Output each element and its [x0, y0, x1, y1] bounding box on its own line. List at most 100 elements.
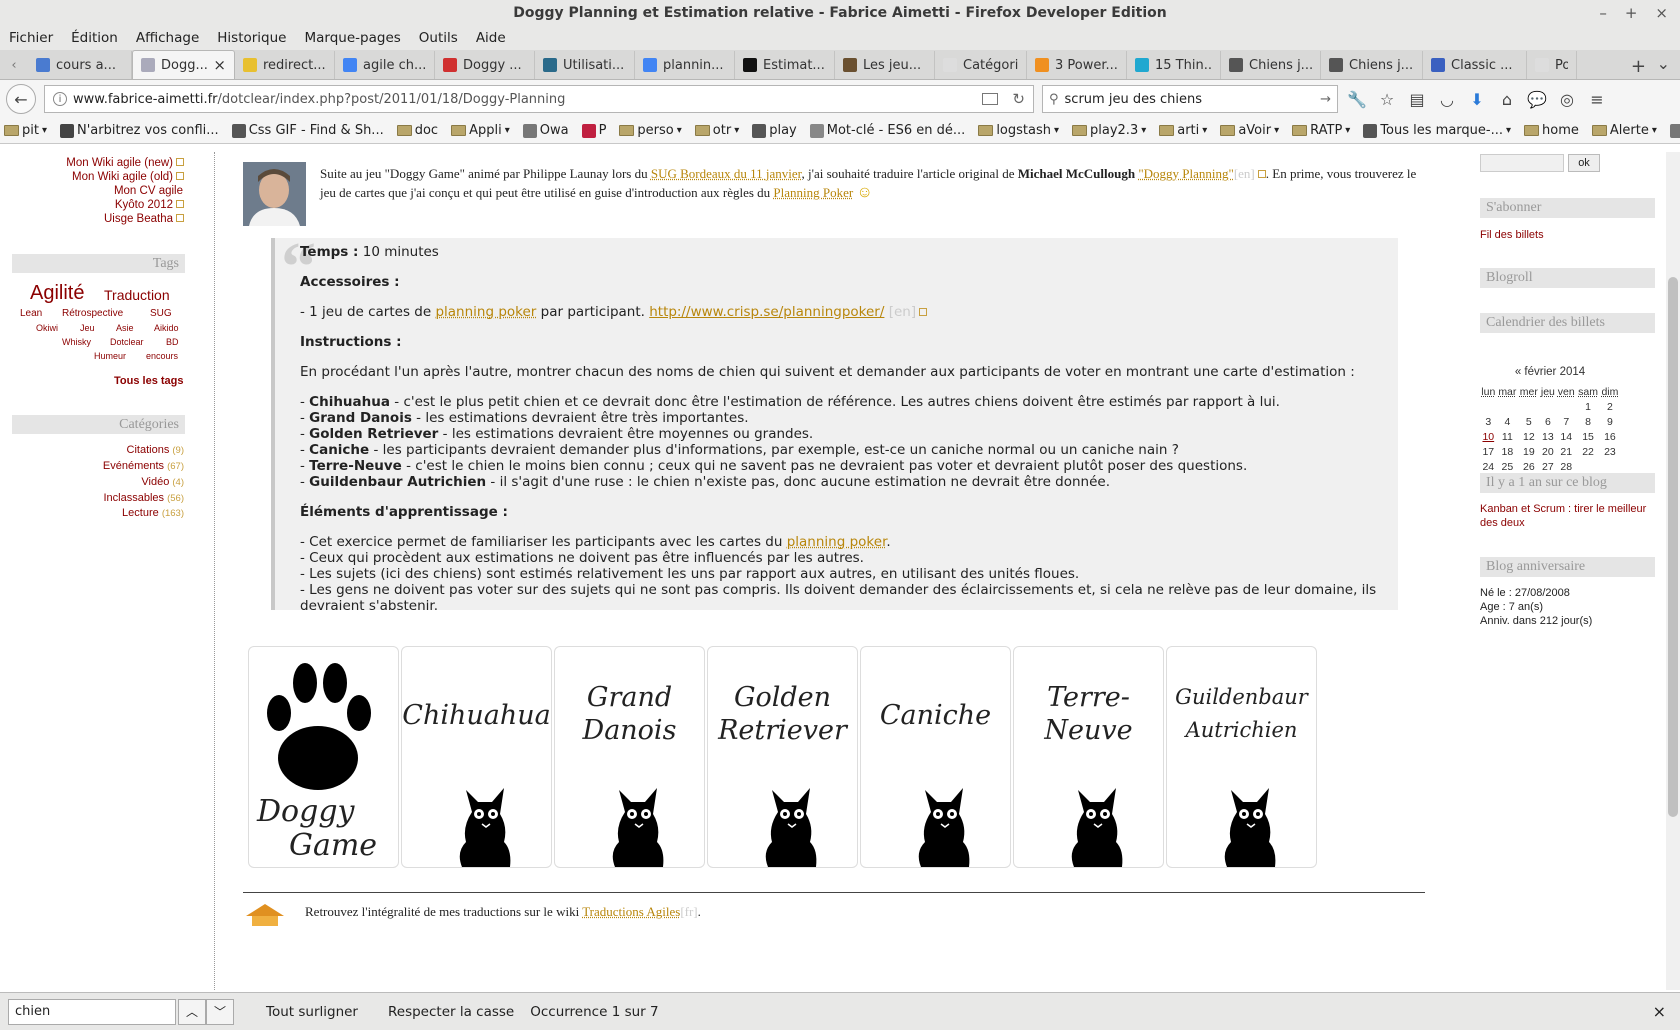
tab-11[interactable]: 15 Thin...	[1127, 51, 1221, 79]
planning-poker-link[interactable]: planning poker	[435, 304, 536, 320]
tab-14[interactable]: Classic ...	[1423, 51, 1527, 79]
bookmark-3[interactable]: doc	[396, 123, 438, 138]
bookmark-8[interactable]: otr ▾	[694, 123, 739, 138]
tab-scroll-left-icon[interactable]: ‹	[0, 51, 28, 79]
tab-4[interactable]: Doggy ...	[435, 51, 535, 79]
tab-15[interactable]: Poker Pl	[1527, 51, 1577, 79]
all-tags-link[interactable]: Tous les tags	[114, 375, 183, 387]
tag-bd[interactable]: BD	[166, 337, 179, 347]
find-next-button[interactable]: ﹀	[206, 998, 234, 1025]
doggy-planning-link[interactable]: "Doggy Planning"	[1138, 166, 1233, 181]
tab-13[interactable]: Chiens j...	[1321, 51, 1423, 79]
bookmark-7[interactable]: perso ▾	[619, 123, 682, 138]
category-lecture[interactable]: Lecture (163)	[122, 507, 184, 519]
kanban-scrum-link[interactable]: Kanban et Scrum : tirer le meilleur des …	[1480, 502, 1650, 530]
tab-7[interactable]: Estimat...	[735, 51, 835, 79]
tag-encours[interactable]: encours	[146, 351, 178, 361]
tag-okiwi[interactable]: Okiwi	[36, 323, 58, 333]
tag-aikido[interactable]: Aikido	[154, 323, 179, 333]
bookmark-9[interactable]: play	[752, 123, 797, 138]
tag-agilite[interactable]: Agilité	[30, 282, 84, 305]
menu-edition[interactable]: Édition	[71, 30, 118, 46]
tab-5[interactable]: Utilisati...	[535, 51, 635, 79]
bookmark-10[interactable]: Mot-clé - ES6 en dé...	[809, 123, 965, 138]
tab-list-icon[interactable]: ⌄	[1657, 54, 1670, 73]
menu-marque-pages[interactable]: Marque-pages	[305, 30, 401, 46]
download-icon[interactable]: ⬇	[1466, 88, 1488, 110]
hamburger-menu-icon[interactable]: ≡	[1586, 88, 1608, 110]
bookmarks-list-icon[interactable]: ▤	[1406, 88, 1428, 110]
page-scrollbar[interactable]	[1666, 152, 1680, 990]
close-find-bar-button[interactable]: ×	[1653, 1002, 1666, 1021]
find-previous-button[interactable]: ︿	[178, 998, 206, 1025]
new-tab-button[interactable]: +	[1631, 56, 1646, 77]
sync-icon[interactable]: ◎	[1556, 88, 1578, 110]
planning-poker-link[interactable]: planning poker	[787, 534, 887, 550]
match-case-toggle[interactable]: Respecter la casse	[388, 1004, 514, 1020]
bookmark-16[interactable]: Tous les marque-... ▾	[1363, 123, 1511, 138]
calendar-month[interactable]: « février 2014	[1480, 366, 1620, 378]
category-video[interactable]: Vidéo (4)	[141, 476, 184, 488]
maximize-button[interactable]: +	[1625, 0, 1638, 26]
planning-poker-link[interactable]: Planning Poker	[773, 185, 853, 200]
link-kyoto[interactable]: Kyôto 2012	[115, 199, 184, 211]
bookmark-4[interactable]: Appli ▾	[451, 123, 510, 138]
wrench-icon[interactable]: 🔧	[1346, 88, 1368, 110]
tag-retrospective[interactable]: Rétrospective	[62, 308, 123, 319]
tag-sug[interactable]: SUG	[150, 308, 172, 319]
bookmark-1[interactable]: N'arbitrez vos confli...	[60, 123, 219, 138]
highlight-all-toggle[interactable]: Tout surligner	[266, 1004, 358, 1020]
link-cv[interactable]: Mon CV agile	[114, 185, 183, 197]
traductions-agiles-link[interactable]: Traductions Agiles	[582, 904, 680, 919]
url-bar[interactable]: i www.fabrice-aimetti.fr/dotclear/index.…	[44, 85, 1034, 113]
tab-10[interactable]: 3 Power...	[1027, 51, 1127, 79]
search-bar[interactable]: ⚲ scrum jeu des chiens →	[1042, 85, 1338, 113]
bookmark-12[interactable]: play2.3 ▾	[1072, 123, 1146, 138]
crisp-url-link[interactable]: http://www.crisp.se/planningpoker/	[649, 304, 884, 320]
bookmark-star-icon[interactable]: ☆	[1376, 88, 1398, 110]
tab-6[interactable]: plannin...	[635, 51, 735, 79]
tab-2[interactable]: redirect...	[235, 51, 335, 79]
category-evenements[interactable]: Evénéments (67)	[103, 460, 184, 472]
tab-8[interactable]: Les jeu...	[835, 51, 935, 79]
info-icon[interactable]: i	[53, 92, 67, 106]
pocket-icon[interactable]: ◡	[1436, 88, 1458, 110]
tab-0[interactable]: cours a...	[28, 51, 132, 79]
menu-historique[interactable]: Historique	[217, 30, 286, 46]
scrollbar-thumb[interactable]	[1668, 277, 1678, 817]
bookmark-18[interactable]: Alerte ▾	[1591, 123, 1657, 138]
sug-bordeaux-link[interactable]: SUG Bordeaux du 11 janvier	[651, 166, 802, 181]
reader-view-icon[interactable]	[982, 93, 999, 105]
bookmark-5[interactable]: Owa	[522, 123, 569, 138]
reload-icon[interactable]: ↻	[1012, 90, 1025, 108]
menu-outils[interactable]: Outils	[419, 30, 458, 46]
bookmark-14[interactable]: aVoir ▾	[1220, 123, 1279, 138]
tag-jeu[interactable]: Jeu	[80, 323, 95, 333]
bookmark-19[interactable]: dr	[1669, 123, 1680, 138]
bookmark-13[interactable]: arti ▾	[1159, 123, 1207, 138]
tag-traduction[interactable]: Traduction	[104, 287, 170, 303]
tab-1[interactable]: Dogg... ×	[132, 50, 235, 79]
tag-asie[interactable]: Asie	[116, 323, 134, 333]
close-window-button[interactable]: ×	[1655, 0, 1668, 26]
blog-search-button[interactable]: ok	[1568, 154, 1600, 172]
close-tab-icon[interactable]: ×	[213, 56, 226, 74]
bookmark-0[interactable]: pit ▾	[4, 123, 47, 138]
feed-link[interactable]: Fil des billets	[1480, 229, 1544, 241]
bookmark-6[interactable]: P	[581, 123, 606, 138]
menu-fichier[interactable]: Fichier	[9, 30, 53, 46]
category-citations[interactable]: Citations (9)	[127, 444, 184, 456]
bookmark-15[interactable]: RATP ▾	[1292, 123, 1350, 138]
tag-humeur[interactable]: Humeur	[94, 351, 126, 361]
tag-dotclear[interactable]: Dotclear	[110, 337, 144, 347]
tag-lean[interactable]: Lean	[20, 308, 42, 319]
menu-aide[interactable]: Aide	[476, 30, 506, 46]
tag-whisky[interactable]: Whisky	[62, 337, 91, 347]
search-go-icon[interactable]: →	[1320, 92, 1331, 107]
bookmark-17[interactable]: home	[1524, 123, 1579, 138]
find-input[interactable]: chien	[8, 998, 176, 1025]
menu-affichage[interactable]: Affichage	[136, 30, 199, 46]
link-wiki-old[interactable]: Mon Wiki agile (old)	[72, 171, 184, 183]
tab-9[interactable]: Catégorie I...	[935, 51, 1027, 79]
blog-search-input[interactable]	[1480, 154, 1564, 172]
